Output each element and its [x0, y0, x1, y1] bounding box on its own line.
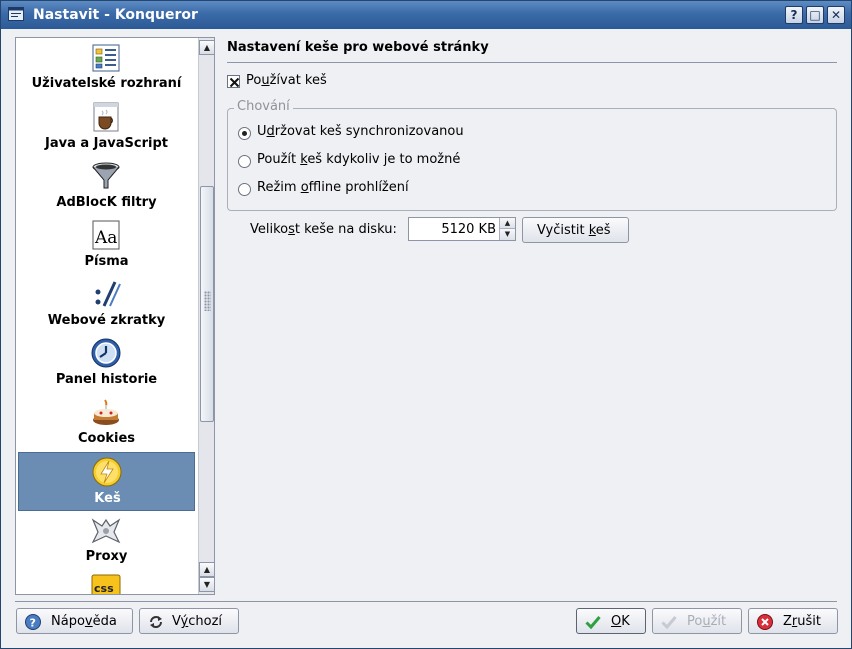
- scroll-up-button-bottom[interactable]: ▲: [199, 562, 215, 577]
- cancel-button[interactable]: Zrušit: [748, 608, 838, 634]
- sidebar-item-web-shortcuts[interactable]: Webové zkratky: [18, 275, 195, 334]
- grip-icon: [204, 291, 211, 311]
- sidebar-item-java-javascript[interactable]: Java a JavaScript: [18, 98, 195, 157]
- cancel-icon: [757, 614, 773, 630]
- footer-divider: [15, 601, 837, 602]
- sidebar-list: Uživatelské rozhraní Java a JavaScript A…: [18, 38, 197, 594]
- scroll-down-button[interactable]: ▼: [199, 577, 215, 592]
- radio-use-cache-whenever-possible[interactable]: [238, 155, 251, 168]
- sidebar-item-history[interactable]: Panel historie: [18, 334, 195, 393]
- konqueror-settings-window: Nastavit - Konqueror ? □ ✕ Uživatelské r…: [0, 0, 852, 649]
- apply-check-icon: [661, 616, 677, 630]
- check-mark-icon: [229, 77, 240, 88]
- sidebar-item-label: Keš: [94, 491, 121, 506]
- radio-label-offline-mode[interactable]: Režim offline prohlížení: [257, 180, 409, 195]
- ok-button[interactable]: OK: [576, 608, 646, 634]
- help-title-button[interactable]: ?: [785, 6, 803, 24]
- history-clock-icon: [91, 338, 121, 368]
- maximize-button[interactable]: □: [806, 6, 824, 24]
- sidebar-item-label: Proxy: [85, 549, 128, 564]
- sidebar-item-proxy[interactable]: Proxy: [18, 511, 195, 570]
- apply-button[interactable]: Použít: [652, 608, 742, 634]
- sidebar-item-label: Cookies: [77, 431, 136, 446]
- sidebar-scrollbar[interactable]: ▲ ▲ ▼: [198, 38, 215, 594]
- reset-arrows-icon: [150, 616, 162, 628]
- radio-label-keep-synchronized[interactable]: Udržovat keš synchronizovanou: [257, 124, 464, 139]
- lightning-icon: [92, 457, 122, 487]
- use-cache-checkbox[interactable]: [227, 75, 240, 88]
- svg-text:?: ?: [30, 617, 36, 630]
- sidebar-item-label: Webové zkratky: [47, 313, 166, 328]
- sidebar-item-adblock[interactable]: AdBlocK filtry: [18, 157, 195, 216]
- svg-text:css: css: [94, 582, 114, 594]
- window-menu-icon[interactable]: [8, 7, 24, 21]
- title-bar[interactable]: Nastavit - Konqueror ? □ ✕: [1, 1, 851, 29]
- sidebar-item-label: AdBlocK filtry: [56, 195, 157, 210]
- cancel-label: Zrušit: [783, 614, 821, 629]
- sidebar-item-stylesheets[interactable]: css: [18, 570, 195, 594]
- ui-layout-icon: [92, 44, 120, 72]
- sidebar-item-fonts[interactable]: Aa Písma: [18, 216, 195, 275]
- sidebar-item-cookies[interactable]: Cookies: [18, 393, 195, 452]
- svg-text:Aa: Aa: [94, 228, 117, 248]
- sidebar-item-label: Java a JavaScript: [45, 136, 168, 151]
- help-label: Nápověda: [51, 614, 117, 629]
- sidebar-item-user-interface[interactable]: Uživatelské rozhraní: [18, 40, 195, 98]
- java-coffee-icon: [93, 102, 119, 132]
- css-icon: css: [91, 574, 121, 594]
- disk-cache-size-label: Velikost keše na disku:: [250, 222, 397, 237]
- web-shortcuts-icon: [95, 281, 121, 307]
- clear-cache-button[interactable]: Vyčistit keš: [522, 217, 629, 243]
- help-button[interactable]: ? Nápověda: [16, 608, 133, 634]
- disk-cache-size-value[interactable]: 5120 KB: [409, 222, 496, 237]
- apply-label: Použít: [687, 614, 727, 629]
- radio-label-use-cache-whenever-possible[interactable]: Použít keš kdykoliv je to možné: [257, 152, 460, 167]
- ok-label: OK: [611, 614, 630, 629]
- page-title: Nastavení keše pro webové stránky: [227, 40, 489, 55]
- defaults-button[interactable]: Výchozí: [139, 608, 239, 634]
- sidebar-item-label: Panel historie: [55, 372, 158, 387]
- spin-up-button[interactable]: ▲: [499, 218, 515, 229]
- scroll-up-button[interactable]: ▲: [199, 40, 215, 55]
- settings-sidebar: Uživatelské rozhraní Java a JavaScript A…: [15, 37, 215, 595]
- sidebar-item-label: Písma: [84, 254, 129, 269]
- title-divider: [227, 62, 837, 63]
- help-icon: ?: [25, 614, 41, 630]
- scroll-thumb[interactable]: [200, 186, 214, 422]
- window-title: Nastavit - Konqueror: [33, 7, 198, 23]
- use-cache-label[interactable]: Používat keš: [246, 73, 327, 88]
- spin-down-button[interactable]: ▼: [499, 229, 515, 240]
- funnel-icon: [92, 162, 120, 189]
- sidebar-item-cache[interactable]: Keš: [18, 452, 195, 511]
- check-icon: [585, 616, 601, 630]
- radio-keep-synchronized[interactable]: [238, 127, 251, 140]
- close-button[interactable]: ✕: [827, 6, 845, 24]
- defaults-label: Výchozí: [172, 614, 223, 629]
- proxy-icon: [91, 518, 121, 544]
- behavior-group-title: Chování: [234, 99, 293, 114]
- font-icon: Aa: [92, 220, 120, 250]
- cake-icon: [93, 399, 119, 425]
- sidebar-item-label: Uživatelské rozhraní: [31, 76, 182, 91]
- clear-cache-label: Vyčistit keš: [537, 223, 611, 238]
- radio-offline-mode[interactable]: [238, 183, 251, 196]
- disk-cache-size-spinbox[interactable]: 5120 KB ▲ ▼: [408, 217, 516, 241]
